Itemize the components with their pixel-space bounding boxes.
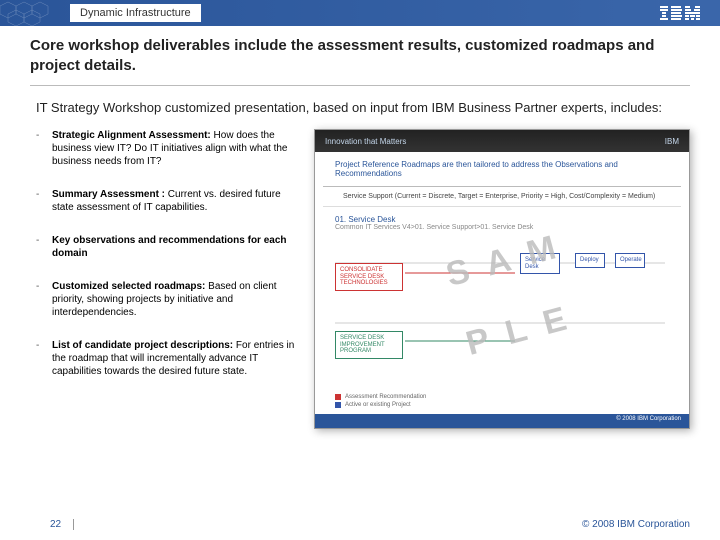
bullet-title: Strategic Alignment Assessment: bbox=[52, 130, 211, 141]
copyright: © 2008 IBM Corporation bbox=[582, 519, 690, 530]
slide-subhead: IT Strategy Workshop customized presenta… bbox=[30, 100, 690, 115]
sample-title: Project Reference Roadmaps are then tail… bbox=[323, 152, 681, 187]
header-bar: Dynamic Infrastructure bbox=[0, 0, 720, 26]
section-title: Dynamic Infrastructure bbox=[70, 4, 201, 22]
slide-content: Core workshop deliverables include the a… bbox=[0, 26, 720, 429]
sample-diagram: CONSOLIDATE SERVICE DESK TECHNOLOGIES Se… bbox=[335, 243, 669, 383]
sample-footer: © 2008 IBM Corporation bbox=[315, 414, 689, 428]
list-item: - List of candidate project descriptions… bbox=[36, 339, 300, 378]
sample-legend: Assessment Recommendation Active or exis… bbox=[335, 394, 426, 410]
diagram-box: Operate bbox=[615, 253, 645, 268]
list-item: - Summary Assessment : Current vs. desir… bbox=[36, 188, 300, 214]
sample-subline: Service Support (Current = Discrete, Tar… bbox=[323, 187, 681, 207]
slide-headline: Core workshop deliverables include the a… bbox=[30, 36, 690, 86]
slide-footer: 22 © 2008 IBM Corporation bbox=[0, 519, 720, 530]
ibm-logo bbox=[660, 6, 700, 20]
list-item: - Key observations and recommendations f… bbox=[36, 234, 300, 260]
sample-header: Innovation that Matters IBM bbox=[315, 130, 689, 152]
page-number: 22 bbox=[50, 519, 74, 530]
diagram-box: CONSOLIDATE SERVICE DESK TECHNOLOGIES bbox=[335, 263, 403, 291]
list-item: - Customized selected roadmaps: Based on… bbox=[36, 280, 300, 319]
bullet-title: Customized selected roadmaps: bbox=[52, 281, 205, 292]
diagram-box: Deploy bbox=[575, 253, 605, 268]
sample-header-right: IBM bbox=[665, 137, 679, 146]
bullet-title: List of candidate project descriptions: bbox=[52, 340, 233, 351]
bullet-title: Key observations and recommendations for… bbox=[52, 235, 287, 259]
sample-header-left: Innovation that Matters bbox=[325, 137, 406, 146]
sample-thumbnail: Innovation that Matters IBM Project Refe… bbox=[314, 129, 690, 429]
sample-section-heading: 01. Service Desk Common IT Services V4>0… bbox=[315, 207, 689, 239]
diagram-box: SERVICE DESK IMPROVEMENT PROGRAM bbox=[335, 331, 403, 359]
bullet-title: Summary Assessment : bbox=[52, 189, 165, 200]
bullet-list: - Strategic Alignment Assessment: How do… bbox=[30, 129, 300, 429]
diagram-box: Service Desk bbox=[520, 253, 560, 274]
list-item: - Strategic Alignment Assessment: How do… bbox=[36, 129, 300, 168]
